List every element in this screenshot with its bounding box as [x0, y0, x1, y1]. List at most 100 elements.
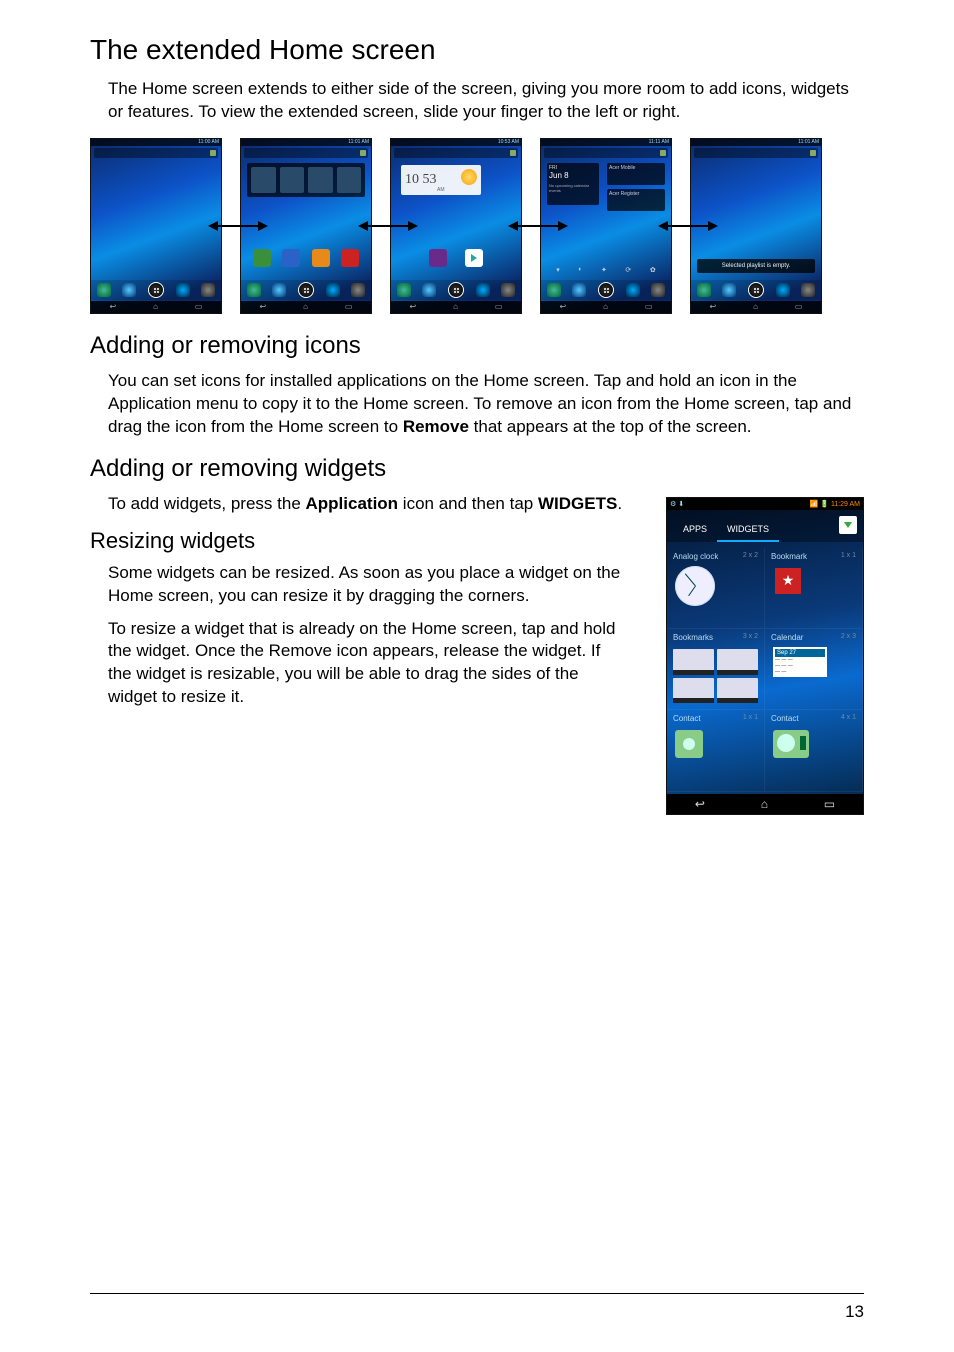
phone-screenshot-1: 11:00 AM ↩⌂▭	[90, 138, 222, 314]
gallery-icon	[429, 249, 447, 267]
camera-icon	[501, 283, 515, 297]
browser-icon	[326, 283, 340, 297]
browser-icon	[176, 283, 190, 297]
phone-icon	[247, 283, 261, 297]
recent-icon[interactable]: ▭	[824, 797, 835, 811]
application-bold: Application	[306, 494, 399, 513]
camera-icon	[351, 283, 365, 297]
extended-home-screenshots: 11:00 AM ↩⌂▭ 11:01 AM	[90, 138, 864, 314]
recent-icon: ▭	[195, 302, 203, 311]
arrow-icon	[508, 221, 568, 231]
acer-mobile-card: Acer Mobile	[607, 163, 665, 185]
calendar-preview-date: Sep 27	[775, 649, 825, 657]
text: that appears at the top of the screen.	[469, 417, 752, 436]
text: To add widgets, press the	[108, 494, 306, 513]
shortcut-icon	[251, 167, 276, 193]
toggle-row: ▾ ◐ ✦ ⟳ ✿	[547, 263, 665, 277]
widget-label: Analog clock	[673, 552, 718, 561]
phone-icon	[397, 283, 411, 297]
wifi-icon: ▾	[556, 266, 560, 274]
acer-register-card: Acer Register	[607, 189, 665, 211]
messages-icon	[722, 283, 736, 297]
shortcut-icon	[337, 167, 362, 193]
home-icon: ⌂	[153, 302, 158, 311]
bookmarks-preview	[673, 649, 758, 703]
clock-time: 10 53	[401, 172, 441, 188]
phone-icon	[697, 283, 711, 297]
para-resizing-1: Some widgets can be resized. As soon as …	[108, 562, 628, 608]
back-icon: ↩	[559, 302, 566, 311]
tab-widgets[interactable]: WIDGETS	[717, 518, 779, 542]
back-icon[interactable]: ↩	[695, 797, 705, 811]
status-left-icons: ⚙ ⬇	[670, 500, 684, 508]
arrow-icon	[358, 221, 418, 231]
search-bar	[94, 148, 218, 158]
widget-size: 2 x 2	[743, 552, 758, 561]
widget-calendar[interactable]: Calendar2 x 3 Sep 27 — — —— — —— —	[765, 629, 863, 710]
home-icon: ⌂	[603, 302, 608, 311]
widgets-grid: Analog clock 2 x 2 Bookmark1 x 1 Bookmark…	[667, 548, 863, 792]
contact-icon	[773, 730, 809, 758]
recent-icon: ▭	[645, 302, 653, 311]
camera-icon	[201, 283, 215, 297]
dock	[691, 280, 821, 300]
dock	[391, 280, 521, 300]
apps-icon	[448, 282, 464, 298]
play-store-icon[interactable]	[839, 516, 857, 534]
home-icon[interactable]: ⌂	[761, 797, 768, 811]
heading-extended-home: The extended Home screen	[90, 34, 864, 66]
play-store-icon	[465, 249, 483, 267]
apps-icon	[148, 282, 164, 298]
dock	[91, 280, 221, 300]
shortcut-icon	[308, 167, 333, 193]
browser-icon	[776, 283, 790, 297]
messages-icon	[272, 283, 286, 297]
widget-size: 1 x 1	[743, 714, 758, 723]
back-icon: ↩	[259, 302, 266, 311]
widget-panel	[247, 163, 365, 197]
back-icon: ↩	[109, 302, 116, 311]
widget-bookmarks[interactable]: Bookmarks 3 x 2	[667, 629, 765, 710]
widget-label: Bookmarks	[673, 633, 713, 642]
contact-icon	[675, 730, 703, 758]
para-resizing-2: To resize a widget that is already on th…	[108, 618, 628, 710]
tab-apps[interactable]: APPS	[673, 518, 717, 542]
widget-label: Contact	[771, 714, 799, 723]
home-icon: ⌂	[753, 302, 758, 311]
remove-bold: Remove	[403, 417, 469, 436]
widget-bookmark[interactable]: Bookmark1 x 1	[765, 548, 863, 629]
widgets-screenshot: ⚙ ⬇ 📶 🔋 11:29 AM APPS WIDGETS Analog clo…	[666, 497, 864, 815]
back-icon: ↩	[409, 302, 416, 311]
clock-ampm: AM	[437, 187, 445, 193]
widget-size: 3 x 2	[743, 633, 758, 642]
widget-contact-2[interactable]: Contact 4 x 1	[765, 710, 863, 791]
brightness-icon: ◐	[578, 266, 582, 273]
youtube-icon	[341, 249, 359, 267]
arrow-icon	[658, 221, 718, 231]
apps-icon	[748, 282, 764, 298]
recent-icon: ▭	[495, 302, 503, 311]
search-bar	[544, 148, 668, 158]
search-bar	[694, 148, 818, 158]
acer-mobile-label: Acer Mobile	[607, 163, 665, 173]
home-icon: ⌂	[303, 302, 308, 311]
widgets-bold: WIDGETS	[538, 494, 617, 513]
text: .	[617, 494, 622, 513]
gps-icon: ✦	[601, 266, 607, 274]
nav-bar: ↩ ⌂ ▭	[91, 301, 221, 313]
status-bar: 11:11 AM	[541, 139, 671, 146]
messages-icon	[572, 283, 586, 297]
widget-size: 4 x 1	[841, 714, 856, 723]
apps-icon	[298, 282, 314, 298]
shortcut-icon	[280, 167, 305, 193]
mic-icon	[660, 150, 666, 156]
widget-size: 1 x 1	[841, 552, 856, 561]
nav-bar: ↩ ⌂ ▭	[667, 794, 863, 814]
camera-icon	[651, 283, 665, 297]
calendar-sub: No upcoming calendar events	[549, 183, 597, 193]
widget-contact-1[interactable]: Contact1 x 1	[667, 710, 765, 791]
widget-analog-clock[interactable]: Analog clock 2 x 2	[667, 548, 765, 629]
app-row	[247, 249, 365, 273]
contacts-icon	[253, 249, 271, 267]
search-bar	[244, 148, 368, 158]
